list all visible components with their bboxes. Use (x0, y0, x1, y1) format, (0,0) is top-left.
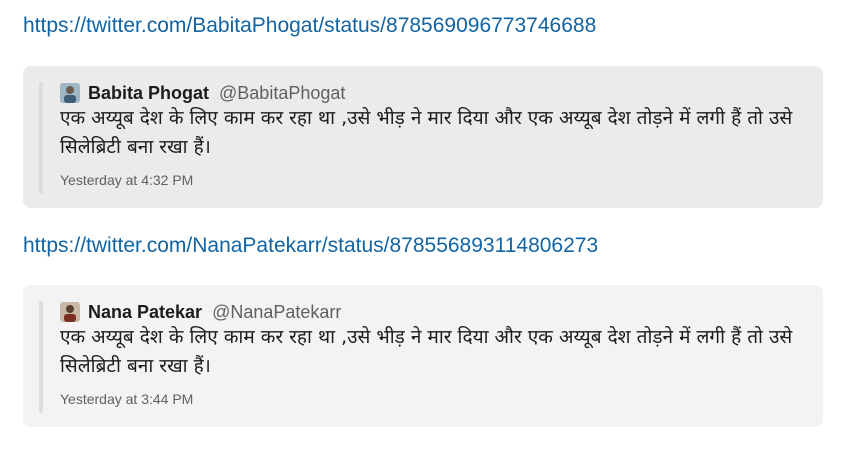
tweet-unfurl-card: Nana Patekar @NanaPatekarr एक अय्यूब देश… (23, 285, 823, 427)
tweet-timestamp[interactable]: Yesterday at 4:32 PM (60, 172, 193, 188)
tweet-header: Nana Patekar @NanaPatekarr (60, 301, 341, 323)
tweet-text: एक अय्यूब देश के लिए काम कर रहा था ,उसे … (60, 326, 793, 377)
author-handle[interactable]: @NanaPatekarr (212, 302, 341, 323)
tweet-text: एक अय्यूब देश के लिए काम कर रहा था ,उसे … (60, 107, 793, 158)
author-avatar-icon[interactable] (60, 302, 80, 322)
tweet-link[interactable]: https://twitter.com/NanaPatekarr/status/… (23, 233, 598, 259)
author-name[interactable]: Babita Phogat (88, 83, 209, 104)
author-name[interactable]: Nana Patekar (88, 302, 202, 323)
tweet-header: Babita Phogat @BabitaPhogat (60, 82, 345, 104)
quote-bar (39, 301, 43, 413)
tweet-timestamp[interactable]: Yesterday at 3:44 PM (60, 391, 193, 407)
tweet-unfurl-card: Babita Phogat @BabitaPhogat एक अय्यूब दे… (23, 66, 823, 208)
author-avatar-icon[interactable] (60, 83, 80, 103)
author-handle[interactable]: @BabitaPhogat (219, 83, 345, 104)
tweet-link[interactable]: https://twitter.com/BabitaPhogat/status/… (23, 13, 596, 39)
quote-bar (39, 82, 43, 194)
